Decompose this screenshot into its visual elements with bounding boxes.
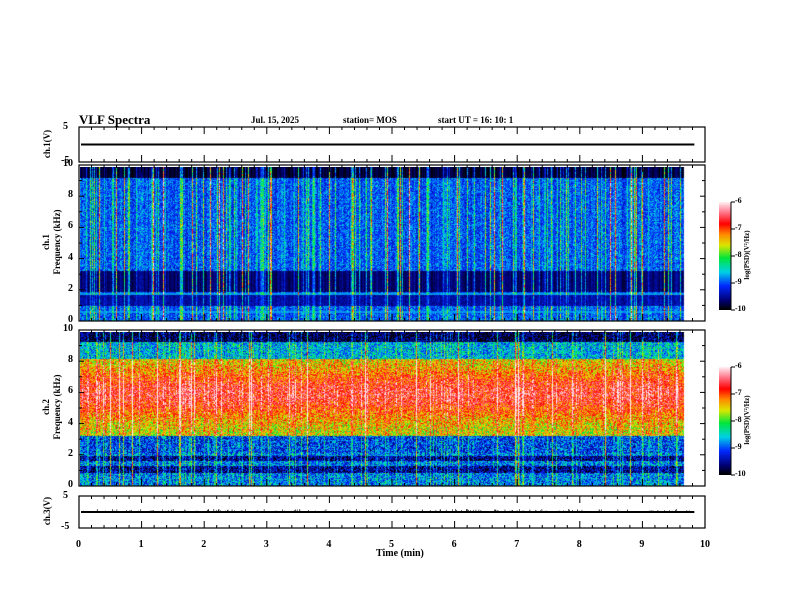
y-axis-label: ch.1 Frequency (kHz) xyxy=(41,192,63,292)
colorbar-label: log(PSD)(V²/Hz) xyxy=(743,210,751,300)
colorbar-tick-label: -9 xyxy=(735,277,742,286)
x-tick-label: 3 xyxy=(264,539,269,550)
y-tick-label: 10 xyxy=(63,158,73,169)
x-tick-label: 6 xyxy=(452,539,457,550)
x-tick-label: 0 xyxy=(76,539,81,550)
y-tick-label: 5 xyxy=(63,490,68,501)
vlf-spectra-figure: VLF Spectra Jul. 15, 2025 station= MOS s… xyxy=(0,0,792,612)
y-tick-label: 8 xyxy=(68,354,73,365)
y-axis-label: ch.1(V) xyxy=(42,114,52,174)
x-tick-label: 2 xyxy=(201,539,206,550)
colorbar-tick-label: -6 xyxy=(735,196,742,205)
x-tick-label: 1 xyxy=(139,539,144,550)
y-tick-label: -5 xyxy=(61,521,69,532)
axes-layer xyxy=(0,0,792,612)
y-tick-label: 10 xyxy=(63,323,73,334)
y-tick-label: 4 xyxy=(68,252,73,263)
y-axis-label: ch.2 Frequency (kHz) xyxy=(41,357,63,457)
colorbar-tick-label: -7 xyxy=(735,223,742,232)
y-tick-label: 2 xyxy=(68,448,73,459)
y-axis-label-line: Frequency (kHz) xyxy=(52,357,63,457)
x-tick-label: 10 xyxy=(700,539,710,550)
y-tick-label: 2 xyxy=(68,283,73,294)
y-axis-label-line: ch.2 xyxy=(41,357,52,457)
colorbar-tick-label: -10 xyxy=(735,304,746,313)
colorbar-tick-label: -8 xyxy=(735,415,742,424)
y-tick-label: 8 xyxy=(68,189,73,200)
y-tick-label: 6 xyxy=(68,385,73,396)
y-axis-label-line: Frequency (kHz) xyxy=(52,192,63,292)
x-tick-label: 8 xyxy=(577,539,582,550)
x-tick-label: 4 xyxy=(326,539,331,550)
y-tick-label: 4 xyxy=(68,417,73,428)
x-tick-label: 9 xyxy=(639,539,644,550)
colorbar-label: log(PSD)(V²/Hz) xyxy=(743,375,751,465)
x-axis-label: Time (min) xyxy=(376,548,424,559)
x-tick-label: 7 xyxy=(514,539,519,550)
y-tick-label: 0 xyxy=(68,479,73,490)
y-axis-label-line: ch.1 xyxy=(41,192,52,292)
colorbar-tick-label: -9 xyxy=(735,442,742,451)
colorbar-tick-label: -8 xyxy=(735,250,742,259)
colorbar-tick-label: -6 xyxy=(735,361,742,370)
colorbar-tick-label: -7 xyxy=(735,388,742,397)
y-axis-label: ch.3(V) xyxy=(42,481,52,541)
panel-frame xyxy=(79,165,705,321)
panel-frame xyxy=(79,330,705,486)
colorbar-tick-label: -10 xyxy=(735,469,746,478)
y-tick-label: 6 xyxy=(68,220,73,231)
y-tick-label: 5 xyxy=(63,121,68,132)
